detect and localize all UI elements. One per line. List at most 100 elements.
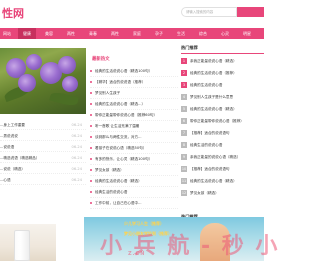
section-title: 最新热文 <box>92 57 110 62</box>
list-item[interactable]: ...说说语 06-24 <box>0 142 86 152</box>
list-item-title[interactable]: 亲我正能量的说说心语（精选） <box>190 155 240 159</box>
list-item[interactable]: ...精选说语（精选精品） 06-24 <box>0 153 86 163</box>
rank-badge: 8 <box>181 142 187 148</box>
nav-item-4[interactable]: 两性 <box>62 28 80 39</box>
list-item[interactable]: ...身上工作重要 06-24 <box>0 120 86 130</box>
list-item[interactable]: 6 带你正能量带你说说心语（推荐） <box>181 116 264 126</box>
list-item[interactable]: 听一首歌 让生活充满了温暖 <box>90 121 178 132</box>
nav-item-1[interactable]: 网站 <box>0 28 14 39</box>
list-item[interactable]: 经典生活的说说心语 <box>90 187 178 198</box>
bullet-icon <box>90 136 92 138</box>
list-item-title[interactable]: 谈到那么与两性交流，对方... <box>95 135 142 139</box>
list-item[interactable]: 经典的生活说说心语（精选） <box>90 176 178 187</box>
rank-badge: 3 <box>181 82 187 88</box>
list-item[interactable]: 经典的生活说说心语（精选...） <box>90 99 178 110</box>
list-item-title[interactable]: 梦见别人生孩子 <box>95 91 120 95</box>
list-item-date: 06-24 <box>71 123 82 127</box>
list-item[interactable]: 7 【推荐】适合的说说语句 <box>181 128 264 138</box>
list-item[interactable]: 有多的快乐，让心灵（精选100句） <box>90 154 178 165</box>
list-item-title[interactable]: 工作中前，让自己在心语中... <box>95 201 142 205</box>
nav-item-10[interactable]: 综合 <box>194 28 212 39</box>
list-item[interactable]: ...说说（精选） 06-24 <box>0 164 86 174</box>
list-item-title[interactable]: 看孩子在说说心语（精选50句） <box>95 146 146 150</box>
list-item-title[interactable]: ...男说说说 <box>0 131 18 141</box>
list-item[interactable]: 12 梦见女孩（精选） <box>181 188 264 198</box>
list-item[interactable]: 3 经典的生活说说心语 <box>181 80 264 90</box>
list-item-title[interactable]: 听一首歌 让生活充满了温暖 <box>95 124 139 128</box>
hero-image[interactable] <box>0 48 86 114</box>
list-item[interactable]: 4 梦见别人生孩子是什么意思 <box>181 92 264 102</box>
list-item-title[interactable]: ...心语 <box>0 175 11 185</box>
bullet-icon <box>90 191 92 193</box>
thumbnail-image[interactable] <box>0 224 56 261</box>
bullet-icon <box>90 180 92 182</box>
list-item[interactable]: 8 经典生活的说说心语 <box>181 140 264 150</box>
list-item-title[interactable]: 经典生活的说说心语 <box>95 190 127 194</box>
list-item-title[interactable]: 经典的生活说说心语（精选） <box>95 179 142 183</box>
bullet-icon <box>90 103 92 105</box>
list-item[interactable]: 5 经典的生活说说心语（精选） <box>181 104 264 114</box>
list-item-title[interactable]: 经典的生活说说心语 <box>190 83 222 87</box>
list-item-title[interactable]: ...说说（精选） <box>0 164 25 174</box>
nav-item-3[interactable]: 美容 <box>40 28 58 39</box>
nav-item-9[interactable]: 生活 <box>172 28 190 39</box>
nav-item-11[interactable]: 心灵 <box>216 28 234 39</box>
rank-badge: 12 <box>181 190 187 196</box>
list-item-title[interactable]: 经典生活的说说心语 <box>190 143 222 147</box>
list-item-title[interactable]: 【推荐】适合的说说语句 <box>190 167 230 171</box>
list-item[interactable]: 9 亲我正能量的说说心语（精选） <box>181 152 264 162</box>
rank-badge: 9 <box>181 154 187 160</box>
nav-item-6[interactable]: 两性 <box>106 28 124 39</box>
list-item-title[interactable]: 经典的生活说说心语（精选...） <box>95 102 145 106</box>
nav-item-2[interactable]: 健康 <box>18 28 36 39</box>
nav-item-7[interactable]: 家庭 <box>128 28 146 39</box>
banner-line-1: 少儿学习人生（推荐） <box>124 221 164 226</box>
list-item[interactable]: 谈到那么与两性交流，对方... <box>90 132 178 143</box>
list-item[interactable]: 梦见女孩（精选） <box>90 165 178 176</box>
search-input[interactable]: 请输入搜索的内容 <box>181 7 237 17</box>
rank-badge: 1 <box>181 58 187 64</box>
list-item-title[interactable]: 带你正能量带你说说心语（推荐60句） <box>95 113 157 117</box>
latest-articles-panel: 最新热文 经典的生活说说心语（精选100句） 【精华】适合的说说语（推荐） 梦见… <box>88 44 178 214</box>
list-item-title[interactable]: 亲我正能量说说心语（精选） <box>190 59 237 63</box>
list-item[interactable]: 工作中前，让自己在心语中... <box>90 198 178 209</box>
list-item-title[interactable]: ...身上工作重要 <box>0 120 25 130</box>
list-item[interactable]: 梦见别人生孩子 <box>90 88 178 99</box>
search-button[interactable] <box>237 7 264 17</box>
rank-badge: 11 <box>181 178 187 184</box>
list-item-title[interactable]: 带你正能量带你说说心语（推荐） <box>190 119 244 123</box>
list-item[interactable]: 看孩子在说说心语（精选50句） <box>90 143 178 154</box>
nav-item-5[interactable]: 青春 <box>84 28 102 39</box>
nav-item-12[interactable]: 明星 <box>238 28 256 39</box>
bullet-icon <box>90 202 92 204</box>
list-item[interactable]: 带你正能量带你说说心语（推荐60句） <box>90 110 178 121</box>
list-item-title[interactable]: 梦见女孩（精选） <box>190 191 219 195</box>
list-item-title[interactable]: 经典的生活说说心语（精选） <box>190 107 237 111</box>
bullet-icon <box>90 81 92 83</box>
list-item[interactable]: 1 亲我正能量说说心语（精选） <box>181 56 264 66</box>
bullet-icon <box>90 158 92 160</box>
list-item-title[interactable]: 经典的生活说说心语（精选100句） <box>95 69 152 73</box>
list-item-title[interactable]: 梦见女孩（精选） <box>95 168 124 172</box>
list-item-title[interactable]: 【精华】适合的说说语（推荐） <box>95 80 145 84</box>
list-item-title[interactable]: 有多的快乐，让心灵（精选100句） <box>95 157 152 161</box>
flower-shape <box>62 76 78 92</box>
list-item-title[interactable]: 经典的生活说说心语（推荐） <box>190 71 237 75</box>
list-item[interactable]: 2 经典的生活说说心语（推荐） <box>181 68 264 78</box>
list-item-title[interactable]: 梦见别人生孩子是什么意思 <box>190 95 233 99</box>
list-item-title[interactable]: ...精选说语（精选精品） <box>0 153 39 163</box>
list-item[interactable]: 经典的生活说说心语（精选100句） <box>90 66 178 77</box>
list-item-title[interactable]: ...说说语 <box>0 142 14 152</box>
list-item[interactable]: 11 经典的生活说说心语（精选） <box>181 176 264 186</box>
nav-item-8[interactable]: 孕子 <box>150 28 168 39</box>
list-item[interactable]: ...心语 06-24 <box>0 175 86 185</box>
list-item[interactable]: 10 【推荐】适合的说说语句 <box>181 164 264 174</box>
list-item[interactable]: ...男说说说 06-24 <box>0 131 86 141</box>
site-logo[interactable]: 性网 <box>2 5 24 21</box>
bullet-icon <box>90 169 92 171</box>
list-item-title[interactable]: 经典的生活说说心语（精选） <box>190 179 237 183</box>
list-item-title[interactable]: 【推荐】适合的说说语句 <box>190 131 230 135</box>
list-item-date: 06-24 <box>71 167 82 171</box>
main-nav: 网站 健康 美容 两性 青春 两性 家庭 孕子 生活 综合 心灵 明星 <box>0 28 264 39</box>
list-item[interactable]: 【精华】适合的说说语（推荐） <box>90 77 178 88</box>
